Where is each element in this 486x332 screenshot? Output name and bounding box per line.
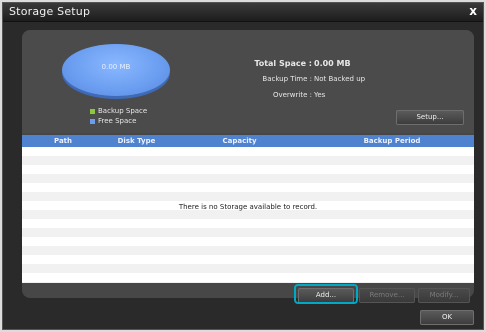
column-header-disk-type[interactable]: Disk Type: [104, 135, 169, 147]
legend-swatch-backup: [90, 108, 95, 114]
total-space-label: Total Space :: [254, 59, 312, 68]
legend-swatch-free: [90, 118, 95, 124]
add-button-highlight: [294, 284, 358, 304]
legend-free-space: Free Space: [90, 117, 136, 125]
remove-button[interactable]: Remove...: [359, 288, 415, 303]
storage-summary: 0.00 MB Backup Space Free Space Total Sp…: [22, 30, 474, 133]
storage-table-body[interactable]: There is no Storage available to record.: [22, 147, 474, 283]
overwrite-label: Overwrite :: [272, 91, 312, 99]
ok-button[interactable]: OK: [420, 310, 474, 325]
storage-pie-chart: 0.00 MB: [62, 44, 170, 96]
title-bar: Storage Setup x: [3, 3, 483, 22]
backup-time-value: Not Backed up: [314, 75, 366, 83]
empty-table-message: There is no Storage available to record.: [178, 203, 318, 211]
legend-backup-space: Backup Space: [90, 107, 147, 115]
setup-button[interactable]: Setup...: [396, 110, 464, 125]
modify-button[interactable]: Modify...: [418, 288, 470, 303]
column-header-capacity[interactable]: Capacity: [169, 135, 310, 147]
total-space-value: 0.00 MB: [314, 59, 351, 68]
window-title: Storage Setup: [9, 5, 91, 18]
column-header-path[interactable]: Path: [22, 135, 104, 147]
overwrite-value: Yes: [314, 91, 326, 99]
close-icon[interactable]: x: [469, 4, 477, 19]
storage-panel: 0.00 MB Backup Space Free Space Total Sp…: [22, 30, 474, 303]
backup-time-label: Backup Time :: [262, 75, 312, 83]
storage-table-header: Path Disk Type Capacity Backup Period: [22, 135, 474, 147]
column-header-backup-period[interactable]: Backup Period: [310, 135, 474, 147]
legend-label-free: Free Space: [98, 117, 137, 125]
legend-label-backup: Backup Space: [98, 107, 148, 115]
pie-value-label: 0.00 MB: [101, 63, 131, 71]
